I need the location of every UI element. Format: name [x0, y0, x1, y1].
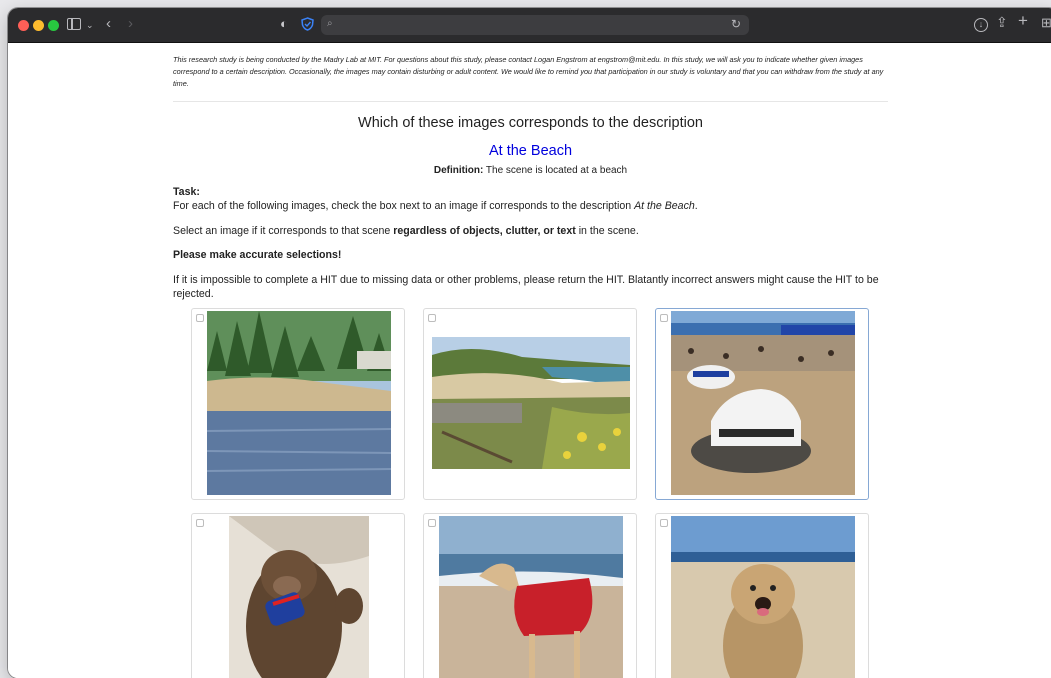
- definition-text: The scene is located at a beach: [485, 165, 628, 176]
- task-heading: Task:: [173, 186, 200, 198]
- select-instruction: Select an image if it corresponds to tha…: [173, 224, 893, 238]
- fluffy-dog-beach-image: [671, 516, 855, 678]
- select-instruction-end: in the scene.: [575, 225, 639, 237]
- hit-note: If it is impossible to complete a HIT du…: [173, 274, 879, 300]
- question-heading: Which of these images corresponds to the…: [358, 115, 703, 131]
- race-car-beach-image: [671, 311, 855, 495]
- zoom-window-button[interactable]: [48, 20, 59, 31]
- forward-icon[interactable]: ›: [128, 16, 133, 31]
- task-instruction-end: .: [694, 200, 698, 212]
- sidebar-toggle-icon[interactable]: [67, 18, 81, 30]
- monkey-soda-image: [229, 516, 369, 678]
- page-content: This research study is being conducted b…: [8, 43, 1051, 678]
- accuracy-note: Please make accurate selections!: [173, 249, 342, 261]
- image-checkbox[interactable]: [660, 519, 668, 527]
- image-card[interactable]: [423, 513, 637, 678]
- concept-title: At the Beach: [488, 143, 573, 159]
- address-bar[interactable]: ⌕ ↻: [321, 15, 749, 35]
- browser-toolbar: ⌄ ‹ › ◐ ⌕ ↻ ↓ ⇪ + ⊞: [8, 8, 1051, 43]
- divider: [173, 101, 888, 102]
- tab-overview-icon[interactable]: ⊞: [1041, 16, 1051, 30]
- coastal-cliff-image: [432, 337, 630, 469]
- shield-check-icon[interactable]: [301, 17, 314, 34]
- task-concept: At the Beach: [634, 200, 695, 212]
- reload-icon[interactable]: ↻: [731, 17, 741, 31]
- definition-label: Definition:: [433, 165, 484, 176]
- image-card[interactable]: [191, 308, 405, 500]
- image-card[interactable]: [655, 513, 869, 678]
- select-instruction-text: Select an image if it corresponds to tha…: [173, 225, 394, 237]
- privacy-shield-icon[interactable]: ◐: [280, 17, 288, 31]
- task-instruction-text: For each of the following images, check …: [173, 200, 635, 212]
- image-card[interactable]: [423, 308, 637, 500]
- download-icon[interactable]: ↓: [974, 18, 988, 32]
- study-disclaimer: This research study is being conducted b…: [173, 55, 884, 88]
- task-instruction: For each of the following images, check …: [173, 199, 893, 213]
- new-tab-icon[interactable]: +: [1018, 12, 1028, 29]
- image-checkbox[interactable]: [428, 519, 436, 527]
- image-checkbox[interactable]: [660, 314, 668, 322]
- dog-red-coat-image: [439, 516, 623, 678]
- back-icon[interactable]: ‹: [106, 16, 111, 31]
- image-checkbox[interactable]: [196, 519, 204, 527]
- browser-window: ⌄ ‹ › ◐ ⌕ ↻ ↓ ⇪ + ⊞ This research study …: [8, 8, 1051, 678]
- image-card[interactable]: [191, 513, 405, 678]
- chevron-down-icon[interactable]: ⌄: [86, 18, 94, 32]
- image-card[interactable]: [655, 308, 869, 500]
- select-instruction-emphasis: regardless of objects, clutter, or text: [393, 225, 576, 237]
- image-checkbox[interactable]: [428, 314, 436, 322]
- definition: Definition: The scene is located at a be…: [173, 165, 888, 176]
- close-window-button[interactable]: [18, 20, 29, 31]
- lake-shore-image: [207, 311, 391, 495]
- search-icon: ⌕: [327, 18, 333, 29]
- share-icon[interactable]: ⇪: [996, 15, 1008, 29]
- minimize-window-button[interactable]: [33, 20, 44, 31]
- image-checkbox[interactable]: [196, 314, 204, 322]
